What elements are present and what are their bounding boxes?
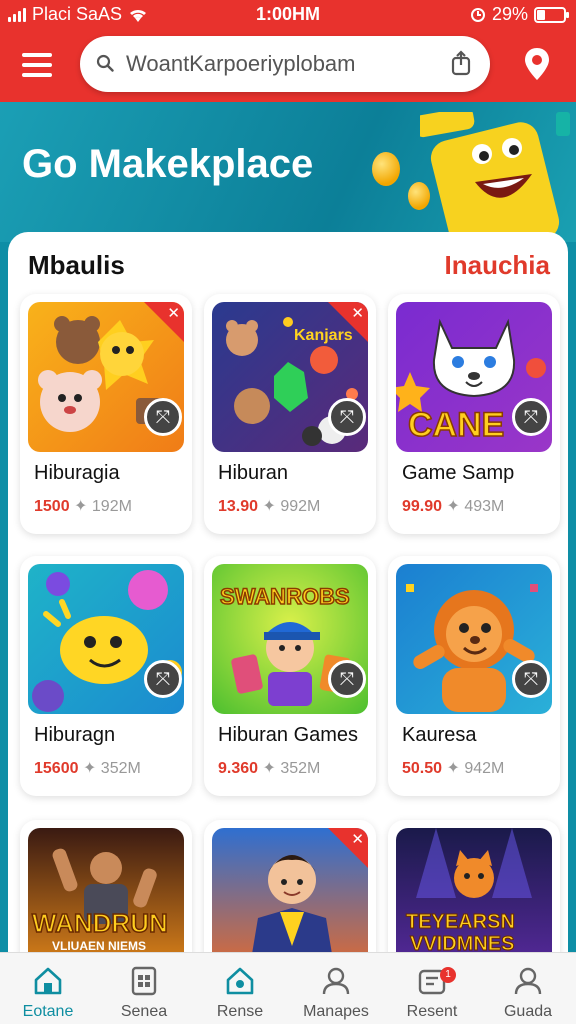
app-tile[interactable]: ⤧ Hiburagn 15600 ✦ 352M	[20, 556, 192, 796]
hero-banner[interactable]: Go Makekplace	[0, 102, 576, 242]
app-meta: 1500 ✦ 192M	[34, 498, 132, 515]
battery-level	[537, 9, 545, 20]
thumb-caption: TEYEARSN	[406, 911, 515, 933]
app-name: Hiburagia	[34, 462, 120, 484]
nav-label: Rense	[216, 1003, 264, 1020]
search-icon	[96, 54, 114, 72]
app-tile[interactable]: SWANROBS ⤧ Hiburan Games 9.360 ✦ 352M	[204, 556, 376, 796]
section-see-all-link[interactable]: Inauchia	[445, 250, 550, 281]
app-bar	[0, 30, 576, 102]
app-price: 9.360	[218, 760, 259, 777]
battery-percent: 29%	[491, 4, 528, 24]
close-icon[interactable]: ✕	[167, 304, 180, 322]
app-price: 50.50	[402, 760, 443, 777]
app-meta: 15600 ✦ 352M	[34, 760, 141, 777]
profile-icon	[514, 967, 542, 995]
app-price: 99.90	[402, 498, 443, 515]
status-bar: Placi SaAS 1:00HM 29%	[0, 0, 576, 30]
hero-title: Go Makekplace	[22, 142, 314, 186]
app-price: 15600	[34, 760, 79, 777]
app-tile[interactable]: ⤧ Kauresa 50.50 ✦ 942M	[388, 556, 560, 796]
app-tile[interactable]: CANE ⤧ Game Samp 99.90 ✦ 493M	[388, 294, 560, 534]
app-name: Hiburan Games	[218, 724, 359, 746]
app-name: Game Samp	[402, 462, 515, 484]
download-badge-icon[interactable]: ⤧	[144, 398, 182, 436]
notification-badge: 1	[440, 967, 456, 983]
mascot-illustration	[420, 112, 570, 242]
menu-icon[interactable]	[22, 50, 52, 80]
nav-item-senea[interactable]: Senea	[96, 953, 192, 1024]
close-icon[interactable]: ✕	[351, 830, 364, 848]
thumb-caption: SWANROBS	[220, 584, 350, 609]
bottom-nav: Eotane Senea Rense Manapes 1 Resent Guad…	[0, 952, 576, 1024]
app-size: 352M	[100, 760, 141, 777]
app-name: Kauresa	[402, 724, 477, 746]
user-icon	[322, 967, 350, 995]
nav-label: Guada	[503, 1003, 553, 1020]
nav-label: Resent	[406, 1003, 458, 1020]
app-size: 942M	[464, 760, 505, 777]
search-input[interactable]	[126, 46, 436, 82]
coin-decoration	[372, 152, 400, 186]
app-meta: 9.360 ✦ 352M	[218, 760, 321, 777]
location-pin-icon[interactable]	[522, 46, 552, 82]
section-title: Mbaulis	[28, 250, 125, 280]
download-badge-icon[interactable]: ⤧	[512, 398, 550, 436]
battery-icon	[534, 6, 569, 23]
download-badge-icon[interactable]: ⤧	[144, 660, 182, 698]
app-meta: 50.50 ✦ 942M	[402, 760, 505, 777]
app-size: 192M	[91, 498, 132, 515]
app-tile[interactable]: ✕ ⤧ Hiburagia 1500 ✦ 192M	[20, 294, 192, 534]
close-icon[interactable]: ✕	[351, 304, 364, 322]
app-size: 992M	[280, 498, 321, 515]
app-size: 493M	[464, 498, 505, 515]
search-bar[interactable]	[80, 36, 490, 92]
app-price: 13.90	[218, 498, 259, 515]
app-tile[interactable]: Kanjars ✕ ⤧ Hiburan 13.90 ✦ 992M	[204, 294, 376, 534]
thumb-caption: WANDRUN	[32, 908, 168, 938]
apps-section: Mbaulis Inauchia ✕ ⤧ Hiburagia 1500 ✦ 19…	[8, 232, 568, 992]
app-meta: 13.90 ✦ 992M	[218, 498, 321, 515]
download-badge-icon[interactable]: ⤧	[328, 660, 366, 698]
share-icon[interactable]	[450, 50, 472, 76]
store-icon	[226, 967, 254, 995]
nav-label: Senea	[120, 1003, 168, 1020]
app-name: Hiburagn	[34, 724, 116, 746]
thumb-caption: CANE	[408, 406, 504, 444]
alarm-icon	[470, 7, 485, 22]
nav-item-rense[interactable]: Rense	[192, 953, 288, 1024]
app-meta: 99.90 ✦ 493M	[402, 498, 505, 515]
app-price: 1500	[34, 498, 70, 515]
app-size: 352M	[280, 760, 321, 777]
download-badge-icon[interactable]: ⤧	[328, 398, 366, 436]
nav-item-manapes[interactable]: Manapes	[288, 953, 384, 1024]
thumb-subcaption: VLIUAEN NIEMS	[52, 939, 146, 953]
home-icon	[34, 967, 62, 995]
nav-item-resent[interactable]: 1 Resent	[384, 953, 480, 1024]
nav-label: Eotane	[22, 1003, 74, 1020]
nav-item-home[interactable]: Eotane	[0, 953, 96, 1024]
app-name: Hiburan	[218, 462, 289, 484]
nav-item-guada[interactable]: Guada	[480, 953, 576, 1024]
download-badge-icon[interactable]: ⤧	[512, 660, 550, 698]
nav-label: Manapes	[303, 1003, 369, 1020]
grid-doc-icon	[131, 966, 157, 996]
status-right: 29%	[470, 4, 569, 25]
